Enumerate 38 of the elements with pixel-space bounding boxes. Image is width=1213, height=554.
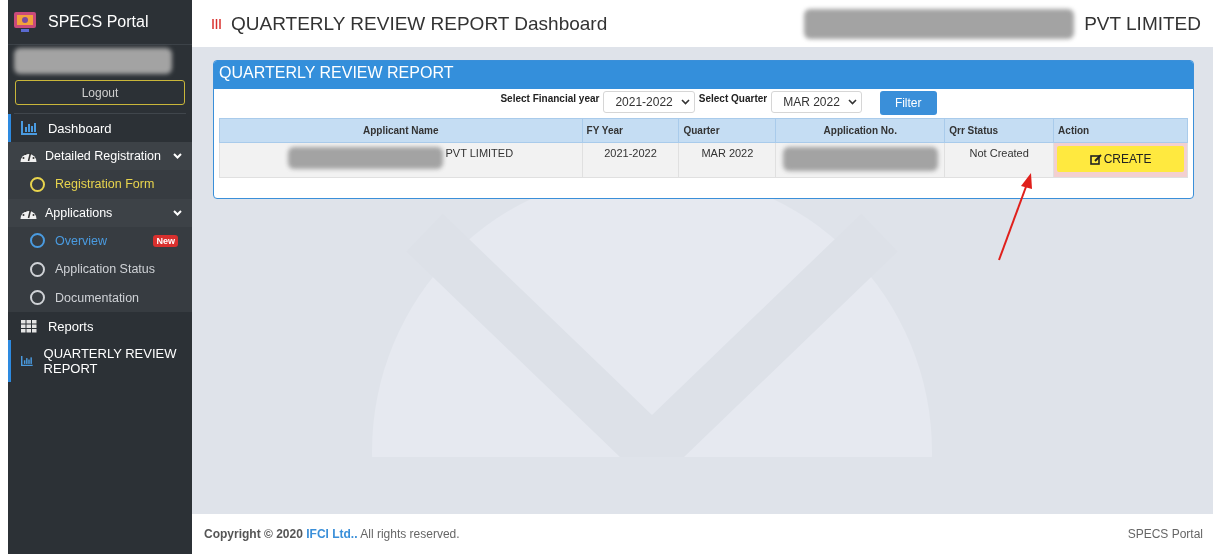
bar-chart-icon <box>20 121 37 135</box>
select-dropdown[interactable]: 2021-2022 <box>603 91 695 113</box>
edit-icon <box>1089 153 1102 165</box>
brand-name: SPECS Portal <box>47 13 149 31</box>
sidebar-group[interactable]: Detailed Registration <box>7 142 192 170</box>
copyright-text: Copyright © 2020 IFCI Ltd.. All rights reserved. <box>204 527 461 541</box>
sidebar-subitem[interactable]: Documentation <box>7 283 192 312</box>
select-dropdown[interactable]: MAR 2022 <box>771 91 862 113</box>
sidebar-subitem[interactable]: Application Status <box>7 255 192 284</box>
column-header: Application No. <box>775 118 945 143</box>
sidebar-group[interactable]: Applications <box>7 198 192 227</box>
filter-label: Select Quarter <box>698 93 768 104</box>
column-header: Quarter <box>678 118 776 143</box>
create-button[interactable]: CREATE <box>1057 146 1184 172</box>
sidebar-item[interactable]: Reports <box>7 312 192 340</box>
monitor-logo-icon <box>11 9 38 35</box>
new-badge: New <box>153 234 178 247</box>
filter-label: Select Financial year <box>500 93 600 104</box>
column-header: Applicant Name <box>219 118 583 143</box>
table-cell: PVT LIMITED <box>445 147 514 159</box>
table-cell: 2021-2022 <box>582 142 679 178</box>
bar-chart-icon <box>20 354 33 368</box>
footer-brand: SPECS Portal <box>1127 527 1203 541</box>
column-header: Action <box>1053 118 1188 143</box>
sidebar-subitem[interactable]: Registration Form <box>7 170 192 199</box>
sidebar-subitem[interactable]: Overview New <box>7 226 192 255</box>
column-header: Qrr Status <box>944 118 1054 143</box>
hamburger-icon[interactable] <box>212 18 221 29</box>
card-title: QUARTERLY REVIEW REPORT <box>214 61 1193 89</box>
grid-icon <box>20 319 37 333</box>
chevron-icon <box>680 99 690 105</box>
page-title: QUARTERLY REVIEW REPORT Dashboard <box>231 12 609 35</box>
company-name: PVT LIMITED <box>1084 12 1201 35</box>
logout-button[interactable]: Logout <box>14 80 185 105</box>
table-cell: MAR 2022 <box>678 142 776 178</box>
column-header: FY Year <box>582 118 679 143</box>
table-cell: Not Created <box>944 142 1054 178</box>
chevron-icon <box>847 99 857 105</box>
